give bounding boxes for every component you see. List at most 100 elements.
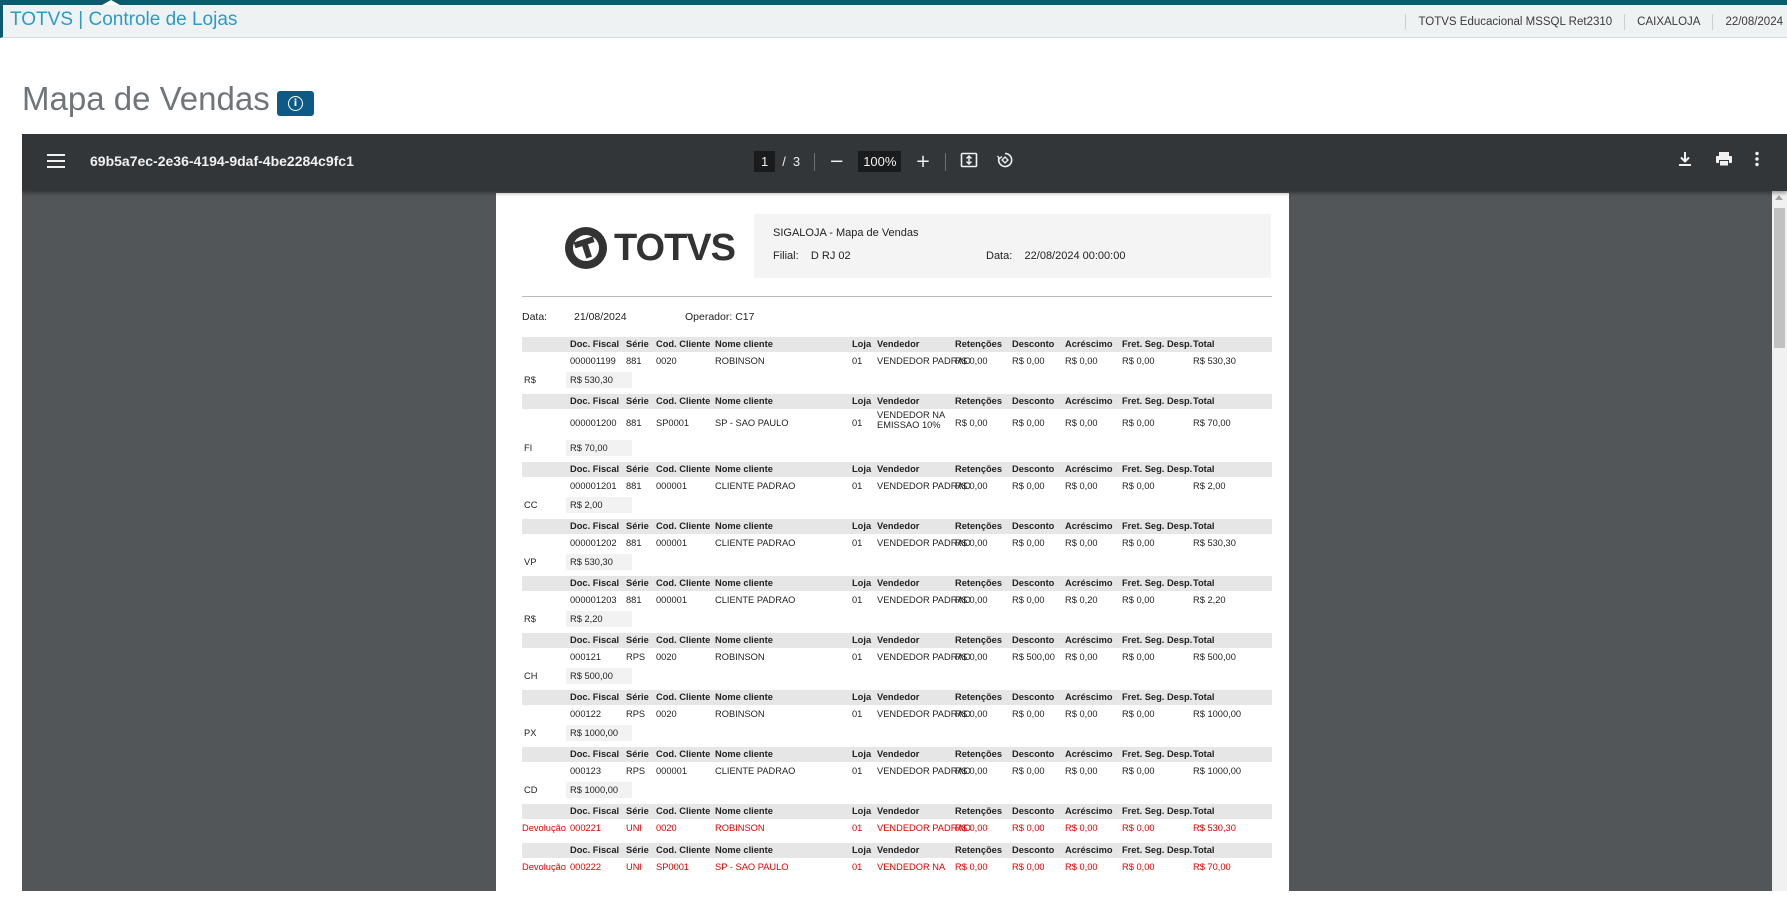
summary-value: R$ 2,00 (570, 500, 603, 510)
column-header: Cod. Cliente (656, 692, 711, 702)
table-cell: CLIENTE PADRAO (715, 481, 796, 491)
app-header: TOTVS | Controle de Lojas TOTVS Educacio… (0, 5, 1787, 38)
column-header: Nome cliente (715, 692, 773, 702)
table-cell: R$ 0,00 (1012, 418, 1045, 428)
page-number-input[interactable]: 1 (754, 151, 776, 172)
table-cell: R$ 530,30 (1193, 823, 1236, 833)
column-header: Total (1193, 521, 1215, 531)
column-header: Total (1193, 845, 1215, 855)
info-icon: i (288, 96, 303, 111)
app-title[interactable]: TOTVS | Controle de Lojas (10, 9, 237, 31)
meta-operator: Operador: C17 (685, 311, 755, 323)
table-cell: 881 (626, 418, 642, 428)
table-cell: R$ 530,30 (1193, 538, 1236, 548)
report-title: SIGALOJA - Mapa de Vendas (773, 227, 919, 239)
table-cell: 01 (852, 595, 863, 605)
column-header: Loja (852, 339, 872, 349)
column-header: Desconto (1012, 521, 1055, 531)
summary-row: PX R$ 1000,00 (522, 722, 1272, 747)
report-header-box: SIGALOJA - Mapa de Vendas Filial: D RJ 0… (754, 214, 1271, 278)
download-icon[interactable] (1677, 151, 1693, 171)
totvs-logo-icon (565, 227, 607, 269)
table-cell: CLIENTE PADRAO (715, 595, 796, 605)
zoom-out-icon[interactable]: − (829, 152, 844, 171)
column-header: Loja (852, 521, 872, 531)
column-header: Nome cliente (715, 521, 773, 531)
table-cell: R$ 500,00 (1012, 652, 1055, 662)
summary-row: CC R$ 2,00 (522, 494, 1272, 519)
column-header: Nome cliente (715, 845, 773, 855)
meta-date-value: 21/08/2024 (574, 311, 627, 323)
table-cell: 000001200 (570, 418, 617, 428)
scroll-thumb[interactable] (1774, 208, 1785, 348)
column-header: Cod. Cliente (656, 845, 711, 855)
sale-block: Doc. Fiscal Série Cod. Cliente Nome cliente… (522, 394, 1272, 462)
column-header: Série (626, 692, 649, 702)
table-row: Devolução 000221 UNI 0020 ROBINSON 01 VENDEDOR… (522, 819, 1272, 836)
zoom-input[interactable]: 100% (858, 151, 902, 172)
payment-type-label: FI (524, 443, 533, 453)
table-cell: R$ 0,00 (955, 418, 988, 428)
table-cell: R$ 0,00 (1065, 356, 1098, 366)
print-icon[interactable] (1715, 151, 1733, 171)
row-lead-label: Devolução (522, 823, 566, 833)
table-cell: 01 (852, 418, 863, 428)
column-header: Série (626, 845, 649, 855)
vertical-scrollbar[interactable] (1772, 191, 1787, 891)
sale-block: Doc. Fiscal Série Cod. Cliente Nome cliente… (522, 462, 1272, 519)
column-header: Doc. Fiscal (570, 521, 620, 531)
table-cell: R$ 0,00 (1012, 766, 1045, 776)
table-cell: 000001 (656, 481, 688, 491)
table-row: 000123 RPS 000001 CLIENTE PADRAO 01 VENDEDOR … (522, 762, 1272, 779)
column-header: Retenções (955, 635, 1003, 645)
table-header: Doc. Fiscal Série Cod. Cliente Nome cliente… (522, 747, 1272, 762)
column-header: Desconto (1012, 635, 1055, 645)
column-header: Acréscimo (1065, 749, 1113, 759)
payment-type-label: VP (524, 557, 537, 567)
table-cell: CLIENTE PADRAO (715, 766, 796, 776)
page-controls: 1 / 3 − 100% + (754, 151, 1014, 172)
table-cell: 000001 (656, 538, 688, 548)
summary-value: R$ 500,00 (570, 671, 613, 681)
table-cell: R$ 0,00 (955, 862, 988, 872)
table-cell: 000001199 (570, 356, 616, 366)
column-header: Fret. Seg. Desp. (1122, 635, 1193, 645)
document-id: 69b5a7ec-2e36-4194-9daf-4be2284c9fc1 (90, 153, 354, 169)
column-header: Total (1193, 806, 1215, 816)
column-header: Acréscimo (1065, 806, 1113, 816)
column-header: Desconto (1012, 578, 1055, 588)
summary-row: VP R$ 530,30 (522, 551, 1272, 576)
column-header: Série (626, 521, 649, 531)
column-header: Fret. Seg. Desp. (1122, 692, 1193, 702)
table-cell: RPS (626, 709, 646, 719)
table-cell: 000001201 (570, 481, 617, 491)
table-cell: ROBINSON (715, 652, 765, 662)
payment-type-label: R$ (524, 375, 536, 385)
table-cell: R$ 0,00 (1122, 766, 1155, 776)
menu-icon[interactable] (47, 154, 65, 168)
column-header: Acréscimo (1065, 578, 1113, 588)
table-cell: 01 (852, 481, 863, 491)
column-header: Retenções (955, 396, 1003, 406)
table-cell: R$ 70,00 (1193, 862, 1231, 872)
sale-block: Doc. Fiscal Série Cod. Cliente Nome cliente… (522, 633, 1272, 690)
scroll-up-arrow[interactable] (1775, 195, 1783, 200)
info-button[interactable]: i (277, 91, 314, 116)
table-cell: 01 (852, 823, 863, 833)
table-cell: R$ 0,00 (1065, 709, 1098, 719)
toolbar-divider (814, 152, 816, 171)
page-separator: / (782, 154, 786, 169)
column-header: Total (1193, 464, 1215, 474)
column-header: Cod. Cliente (656, 806, 711, 816)
toolbar-divider (944, 152, 946, 171)
table-cell: R$ 0,00 (1012, 595, 1045, 605)
rotate-icon[interactable] (996, 151, 1014, 172)
more-options-icon[interactable] (1755, 151, 1759, 171)
zoom-in-icon[interactable]: + (915, 152, 930, 171)
table-cell: 000001203 (570, 595, 617, 605)
payment-type-label: CD (524, 785, 538, 795)
table-cell: VENDEDOR NA (877, 862, 946, 872)
table-cell: R$ 0,00 (1012, 356, 1045, 366)
fit-page-icon[interactable] (960, 151, 978, 172)
table-cell: 881 (626, 595, 642, 605)
